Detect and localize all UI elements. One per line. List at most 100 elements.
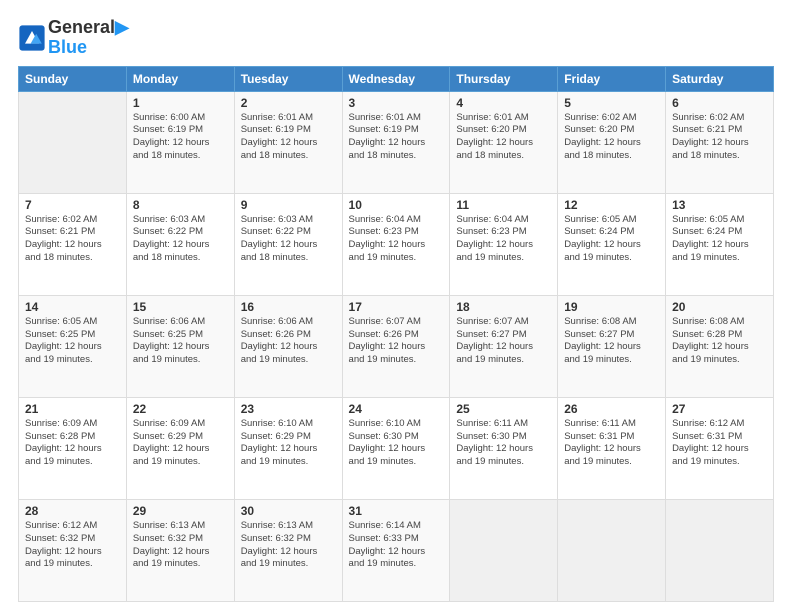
header-day-tuesday: Tuesday: [234, 66, 342, 91]
day-info: Sunrise: 6:08 AMSunset: 6:28 PMDaylight:…: [672, 316, 767, 367]
day-info: Sunrise: 6:08 AMSunset: 6:27 PMDaylight:…: [564, 316, 659, 367]
day-number: 31: [349, 504, 444, 518]
calendar-table: SundayMondayTuesdayWednesdayThursdayFrid…: [18, 66, 774, 602]
calendar-cell: 16 Sunrise: 6:06 AMSunset: 6:26 PMDayligh…: [234, 295, 342, 397]
day-number: 10: [349, 198, 444, 212]
day-info: Sunrise: 6:09 AMSunset: 6:29 PMDaylight:…: [133, 418, 228, 469]
calendar-cell: 1 Sunrise: 6:00 AMSunset: 6:19 PMDaylight…: [126, 91, 234, 193]
day-info: Sunrise: 6:11 AMSunset: 6:31 PMDaylight:…: [564, 418, 659, 469]
calendar-cell: 3Sunrise: 6:01 AMSunset: 6:19 PMDaylight…: [342, 91, 450, 193]
logo-icon: [18, 24, 46, 52]
day-number: 26: [564, 402, 659, 416]
calendar-cell: 4Sunrise: 6:01 AMSunset: 6:20 PMDaylight…: [450, 91, 558, 193]
calendar-cell: 5 Sunrise: 6:02 AMSunset: 6:20 PMDaylight…: [558, 91, 666, 193]
calendar-cell: 15 Sunrise: 6:06 AMSunset: 6:25 PMDayligh…: [126, 295, 234, 397]
logo-text: General▶ Blue: [48, 18, 129, 58]
calendar-cell: 28 Sunrise: 6:12 AMSunset: 6:32 PMDayligh…: [19, 499, 127, 601]
calendar-cell: 11 Sunrise: 6:04 AMSunset: 6:23 PMDayligh…: [450, 193, 558, 295]
day-info: Sunrise: 6:06 AMSunset: 6:25 PMDaylight:…: [133, 316, 228, 367]
calendar-cell: 20 Sunrise: 6:08 AMSunset: 6:28 PMDayligh…: [666, 295, 774, 397]
day-number: 13: [672, 198, 767, 212]
calendar-cell: 26 Sunrise: 6:11 AMSunset: 6:31 PMDayligh…: [558, 397, 666, 499]
day-number: 14: [25, 300, 120, 314]
calendar-cell: [666, 499, 774, 601]
day-number: 24: [349, 402, 444, 416]
calendar-cell: 17Sunrise: 6:07 AMSunset: 6:26 PMDayligh…: [342, 295, 450, 397]
day-number: 15: [133, 300, 228, 314]
calendar-cell: 27 Sunrise: 6:12 AMSunset: 6:31 PMDayligh…: [666, 397, 774, 499]
calendar-cell: 19 Sunrise: 6:08 AMSunset: 6:27 PMDayligh…: [558, 295, 666, 397]
header: General▶ Blue: [18, 18, 774, 58]
day-number: 5: [564, 96, 659, 110]
day-number: 28: [25, 504, 120, 518]
day-info: Sunrise: 6:03 AMSunset: 6:22 PMDaylight:…: [241, 214, 336, 265]
calendar-cell: 18Sunrise: 6:07 AMSunset: 6:27 PMDayligh…: [450, 295, 558, 397]
day-number: 29: [133, 504, 228, 518]
day-info: Sunrise: 6:12 AMSunset: 6:31 PMDaylight:…: [672, 418, 767, 469]
header-day-monday: Monday: [126, 66, 234, 91]
calendar-cell: 7Sunrise: 6:02 AMSunset: 6:21 PMDaylight…: [19, 193, 127, 295]
day-number: 21: [25, 402, 120, 416]
day-number: 22: [133, 402, 228, 416]
calendar-cell: 10 Sunrise: 6:04 AMSunset: 6:23 PMDayligh…: [342, 193, 450, 295]
day-info: Sunrise: 6:02 AMSunset: 6:21 PMDaylight:…: [672, 112, 767, 163]
day-info: Sunrise: 6:01 AMSunset: 6:19 PMDaylight:…: [349, 112, 444, 163]
calendar-cell: 12Sunrise: 6:05 AMSunset: 6:24 PMDayligh…: [558, 193, 666, 295]
header-day-thursday: Thursday: [450, 66, 558, 91]
day-info: Sunrise: 6:04 AMSunset: 6:23 PMDaylight:…: [349, 214, 444, 265]
day-number: 30: [241, 504, 336, 518]
day-info: Sunrise: 6:13 AMSunset: 6:32 PMDaylight:…: [133, 520, 228, 571]
day-info: Sunrise: 6:11 AMSunset: 6:30 PMDaylight:…: [456, 418, 551, 469]
day-info: Sunrise: 6:06 AMSunset: 6:26 PMDaylight:…: [241, 316, 336, 367]
calendar-cell: 14 Sunrise: 6:05 AMSunset: 6:25 PMDayligh…: [19, 295, 127, 397]
calendar-cell: 13 Sunrise: 6:05 AMSunset: 6:24 PMDayligh…: [666, 193, 774, 295]
calendar-cell: 29 Sunrise: 6:13 AMSunset: 6:32 PMDayligh…: [126, 499, 234, 601]
header-day-saturday: Saturday: [666, 66, 774, 91]
day-number: 19: [564, 300, 659, 314]
calendar-cell: 22 Sunrise: 6:09 AMSunset: 6:29 PMDayligh…: [126, 397, 234, 499]
day-number: 7: [25, 198, 120, 212]
day-number: 11: [456, 198, 551, 212]
day-info: Sunrise: 6:05 AMSunset: 6:24 PMDaylight:…: [564, 214, 659, 265]
calendar-cell: 23 Sunrise: 6:10 AMSunset: 6:29 PMDayligh…: [234, 397, 342, 499]
day-info: Sunrise: 6:04 AMSunset: 6:23 PMDaylight:…: [456, 214, 551, 265]
day-info: Sunrise: 6:09 AMSunset: 6:28 PMDaylight:…: [25, 418, 120, 469]
day-info: Sunrise: 6:14 AMSunset: 6:33 PMDaylight:…: [349, 520, 444, 571]
day-number: 16: [241, 300, 336, 314]
day-info: Sunrise: 6:00 AMSunset: 6:19 PMDaylight:…: [133, 112, 228, 163]
calendar-page: General▶ Blue SundayMondayTuesdayWednesd…: [0, 0, 792, 612]
calendar-cell: 6 Sunrise: 6:02 AMSunset: 6:21 PMDaylight…: [666, 91, 774, 193]
day-number: 18: [456, 300, 551, 314]
day-info: Sunrise: 6:01 AMSunset: 6:19 PMDaylight:…: [241, 112, 336, 163]
calendar-cell: 25 Sunrise: 6:11 AMSunset: 6:30 PMDayligh…: [450, 397, 558, 499]
day-info: Sunrise: 6:02 AMSunset: 6:20 PMDaylight:…: [564, 112, 659, 163]
day-info: Sunrise: 6:03 AMSunset: 6:22 PMDaylight:…: [133, 214, 228, 265]
day-info: Sunrise: 6:05 AMSunset: 6:25 PMDaylight:…: [25, 316, 120, 367]
day-number: 27: [672, 402, 767, 416]
day-info: Sunrise: 6:01 AMSunset: 6:20 PMDaylight:…: [456, 112, 551, 163]
calendar-cell: [450, 499, 558, 601]
day-number: 25: [456, 402, 551, 416]
calendar-cell: [19, 91, 127, 193]
day-number: 20: [672, 300, 767, 314]
day-number: 23: [241, 402, 336, 416]
day-info: Sunrise: 6:05 AMSunset: 6:24 PMDaylight:…: [672, 214, 767, 265]
day-number: 8: [133, 198, 228, 212]
calendar-cell: 30 Sunrise: 6:13 AMSunset: 6:32 PMDayligh…: [234, 499, 342, 601]
calendar-cell: 31 Sunrise: 6:14 AMSunset: 6:33 PMDayligh…: [342, 499, 450, 601]
day-number: 1: [133, 96, 228, 110]
calendar-cell: 2Sunrise: 6:01 AMSunset: 6:19 PMDaylight…: [234, 91, 342, 193]
calendar-cell: 24 Sunrise: 6:10 AMSunset: 6:30 PMDayligh…: [342, 397, 450, 499]
day-info: Sunrise: 6:10 AMSunset: 6:29 PMDaylight:…: [241, 418, 336, 469]
day-info: Sunrise: 6:10 AMSunset: 6:30 PMDaylight:…: [349, 418, 444, 469]
day-info: Sunrise: 6:07 AMSunset: 6:26 PMDaylight:…: [349, 316, 444, 367]
header-day-friday: Friday: [558, 66, 666, 91]
header-day-wednesday: Wednesday: [342, 66, 450, 91]
day-number: 6: [672, 96, 767, 110]
calendar-cell: [558, 499, 666, 601]
header-day-sunday: Sunday: [19, 66, 127, 91]
calendar-cell: 9 Sunrise: 6:03 AMSunset: 6:22 PMDaylight…: [234, 193, 342, 295]
day-number: 9: [241, 198, 336, 212]
day-info: Sunrise: 6:13 AMSunset: 6:32 PMDaylight:…: [241, 520, 336, 571]
day-info: Sunrise: 6:12 AMSunset: 6:32 PMDaylight:…: [25, 520, 120, 571]
